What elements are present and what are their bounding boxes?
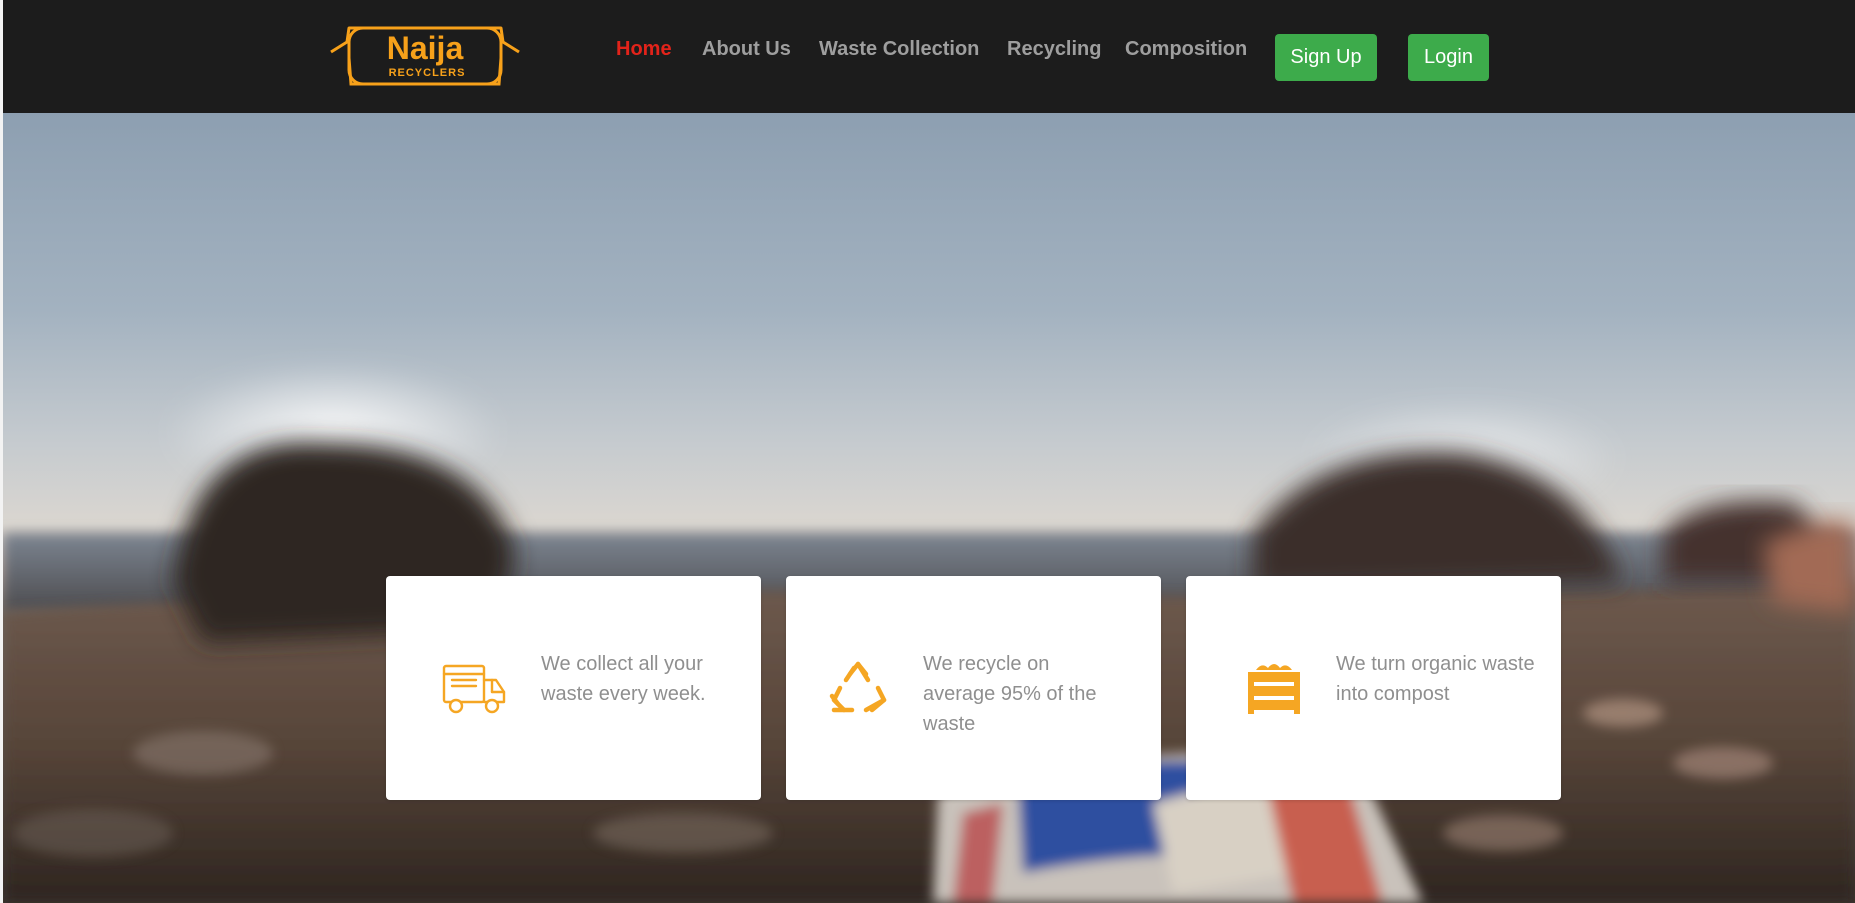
feature-text-recycling: We recycle on average 95% of the waste (923, 653, 1097, 735)
truck-icon (442, 660, 506, 716)
recycle-icon (826, 660, 890, 716)
feature-card-recycling: We recycle on average 95% of the waste (786, 576, 1161, 800)
logo-text-primary: Naija (387, 30, 464, 66)
nav-composition[interactable]: Composition (1125, 38, 1247, 61)
logo-graphic: Naija RECYCLERS (330, 26, 520, 86)
feature-card-compost: We turn organic waste into compost (1186, 576, 1561, 800)
nav-waste-collection[interactable]: Waste Collection (819, 38, 979, 61)
logo-text-secondary: RECYCLERS (389, 67, 466, 79)
hero-section: We collect all your waste every week. We… (3, 113, 1855, 903)
nav-about-us[interactable]: About Us (702, 38, 791, 61)
nav-home[interactable]: Home (616, 38, 672, 61)
login-button[interactable]: Login (1408, 34, 1489, 81)
navbar: Naija RECYCLERS Home About Us Waste Coll… (3, 0, 1855, 113)
feature-card-collection: We collect all your waste every week. (386, 576, 761, 800)
landing-page: Naija RECYCLERS Home About Us Waste Coll… (0, 0, 1855, 903)
nav-recycling[interactable]: Recycling (1007, 38, 1101, 61)
feature-text-compost: We turn organic waste into compost (1336, 653, 1535, 705)
signup-button[interactable]: Sign Up (1275, 34, 1377, 81)
feature-text-collection: We collect all your waste every week. (541, 653, 706, 705)
brand-logo[interactable]: Naija RECYCLERS (327, 20, 523, 94)
window-edge (0, 0, 3, 903)
compost-icon (1242, 660, 1306, 716)
